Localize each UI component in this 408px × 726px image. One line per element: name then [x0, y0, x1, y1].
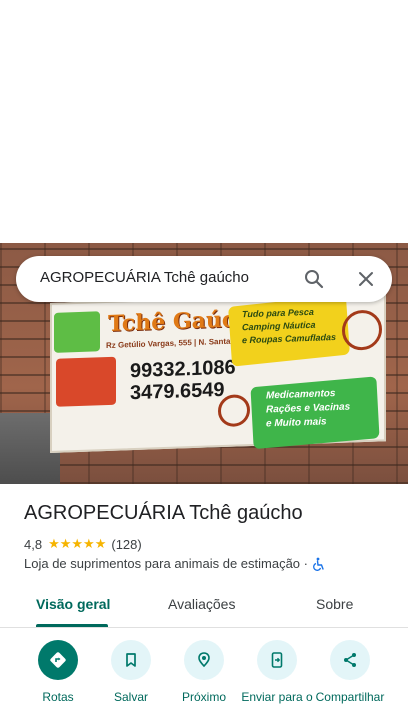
directions-label: Rotas — [42, 690, 74, 704]
rating-row[interactable]: 4,8 ★★★★★ (128) — [24, 536, 142, 552]
share-button[interactable]: Compartilhar — [310, 640, 390, 704]
banner-green-text: Medicamentos Rações e Vacinas e Muito ma… — [266, 387, 350, 432]
banner-green-line: Rações e Vacinas — [266, 401, 351, 416]
wagon-wheel-graphic — [342, 309, 382, 351]
tab-reviews[interactable]: Avaliações — [168, 596, 235, 612]
directions-icon[interactable] — [38, 640, 78, 680]
banner-red-patch — [56, 356, 116, 407]
share-icon[interactable] — [330, 640, 370, 680]
place-tabs: Visão geral Avaliações Sobre — [0, 584, 408, 628]
tab-overview[interactable]: Visão geral — [36, 596, 110, 612]
save-label: Salvar — [113, 690, 148, 704]
share-label: Compartilhar — [315, 690, 385, 704]
banner-yellow-text: Tudo para Pesca Camping Náutica e Roupas… — [242, 305, 336, 347]
place-category: Loja de suprimentos para animais de esti… — [24, 556, 308, 571]
search-icon[interactable] — [302, 267, 326, 291]
action-buttons: Rotas Salvar Próximo Enviar para o Compa… — [0, 640, 408, 726]
star-rating: ★★★★★ — [48, 536, 107, 551]
bookmark-icon[interactable] — [111, 640, 151, 680]
directions-button[interactable]: Rotas — [18, 640, 98, 704]
review-count[interactable]: (128) — [111, 537, 141, 552]
category-row: Loja de suprimentos para animais de esti… — [24, 556, 326, 571]
banner-green-line: e Muito mais — [266, 416, 327, 430]
save-button[interactable]: Salvar — [91, 640, 171, 704]
store-banner: Tchê Gaúcho Rz Getúlio Vargas, 555 | N. … — [50, 291, 386, 453]
tab-about[interactable]: Sobre — [316, 596, 353, 612]
banner-phone-2: 3479.6549 — [130, 378, 225, 405]
active-tab-indicator — [36, 624, 108, 627]
close-icon[interactable] — [354, 267, 378, 291]
nearby-label: Próximo — [181, 690, 226, 704]
place-title: AGROPECUÁRIA Tchê gaúcho — [24, 502, 303, 524]
rating-value: 4,8 — [24, 536, 43, 552]
banner-green-patch — [54, 311, 100, 353]
search-bar[interactable]: AGROPECUÁRIA Tchê gaúcho — [16, 256, 392, 302]
send-to-phone-icon[interactable] — [257, 640, 297, 680]
search-input[interactable]: AGROPECUÁRIA Tchê gaúcho — [40, 269, 249, 286]
banner-phones: 99332.1086 3479.6549 — [130, 357, 236, 405]
wagon-wheel-graphic — [218, 394, 250, 428]
map-area[interactable] — [0, 0, 408, 243]
banner-address: Rz Getúlio Vargas, 555 | N. Santa Rita — [106, 336, 248, 351]
nearby-button[interactable]: Próximo — [164, 640, 244, 704]
send-to-phone-label: Enviar para o — [241, 690, 313, 704]
send-to-phone-button[interactable]: Enviar para o — [237, 640, 317, 704]
nearby-icon[interactable] — [184, 640, 224, 680]
wheelchair-accessible-icon — [312, 557, 326, 571]
